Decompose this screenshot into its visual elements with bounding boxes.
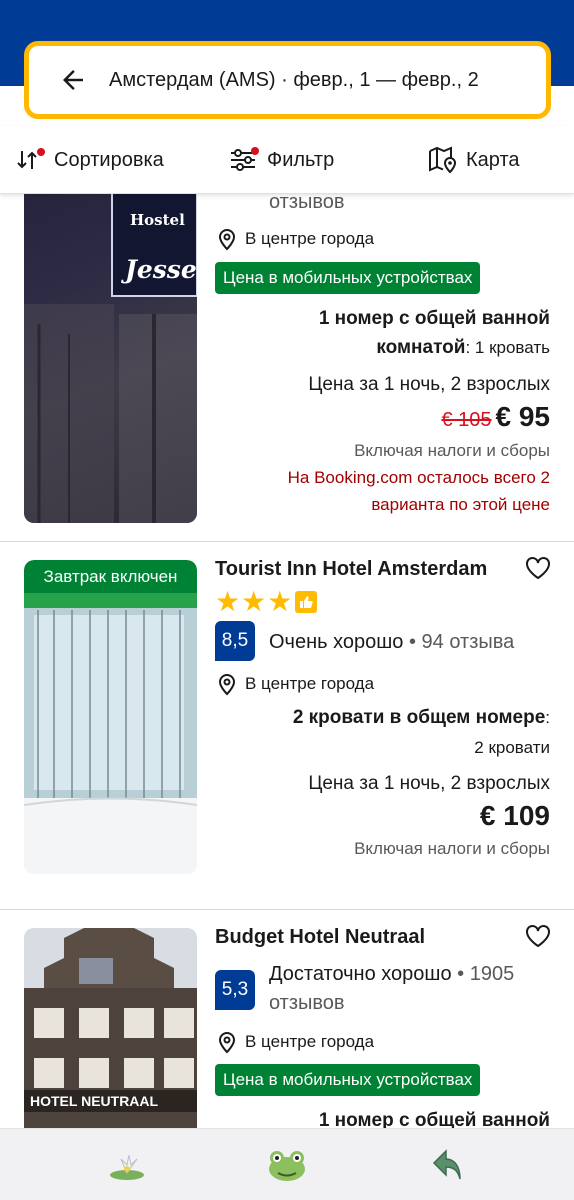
photo-sign: HOTEL NEUTRAAL [30,1093,159,1109]
filter-icon [231,147,259,171]
price-label: Цена за 1 ночь, 2 взрослых [308,773,550,794]
current-price: € 95 [495,401,551,432]
hotel-card[interactable]: Hostel Jesse отзывов В центре города Цен… [0,194,574,534]
filter-button[interactable]: Фильтр [229,144,334,176]
map-icon [429,146,457,174]
current-price: € 109 [479,800,550,831]
bed-info: : 1 кровать [465,338,550,357]
sort-icon [17,148,45,169]
results-toolbar: Сортировка Фильтр Карта [0,126,574,194]
location-pin-icon [218,674,236,696]
mobile-price-badge: Цена в мобильных устройствах [215,262,481,294]
hotel-photo[interactable]: Завтрак включен [24,560,197,874]
room-type: 2 кровати в общем номере [292,707,546,728]
tax-note: Включая налоги и сборы [354,441,550,460]
star-rating: ★ ★ ★ [215,586,318,617]
bottom-navigation [0,1128,574,1200]
review-word: Достаточно хорошо [269,963,452,985]
photo-sign-hostel: Hostel [130,211,185,229]
filter-label: Фильтр [267,148,335,171]
location-row: В центре города [217,1030,374,1054]
location-row: В центре города [217,227,374,251]
sort-button[interactable]: Сортировка [16,144,164,176]
search-summary[interactable]: Амстердам (AMS) · февр., 1 — февр., 2 [109,69,479,92]
thumbs-up-icon [295,591,318,613]
reviews-count-tail: отзывов [269,194,345,213]
tax-note: Включая налоги и сборы [354,839,550,858]
review-word: Очень хорошо [269,631,404,653]
map-button[interactable]: Карта [428,144,520,176]
review-score-badge: 5,3 [215,970,255,1010]
location-text: В центре города [245,1032,375,1051]
breakfast-badge: Завтрак включен [24,560,197,593]
hotel-card[interactable]: HOTEL NEUTRAAL Budget Hotel Neutraal 5,3… [0,925,574,1128]
mobile-price-badge: Цена в мобильных устройствах [215,1064,481,1096]
water-lily-icon[interactable] [107,1145,147,1185]
review-count: • 94 отзыва [403,631,515,653]
availability-warning-cont: варианта по этой цене [371,495,550,514]
location-text: В центре города [245,674,375,693]
location-text: В центре города [245,229,375,248]
back-arrow-icon[interactable] [428,1145,468,1185]
star-icon: ★ [267,586,293,617]
hotel-name[interactable]: Budget Hotel Neutraal [215,926,425,949]
location-row: В центре города [217,672,374,696]
review-count: • 1905 [451,963,515,985]
location-pin-icon [218,229,236,251]
hotel-list[interactable]: Hostel Jesse отзывов В центре города Цен… [0,194,574,1128]
heart-icon[interactable] [525,924,551,948]
room-colon: : [545,708,550,727]
review-score-badge: 8,5 [215,621,255,661]
hotel-photo[interactable]: HOTEL NEUTRAAL [24,928,197,1128]
room-type: 1 номер с общей ванной [318,308,550,329]
search-bar[interactable]: Амстердам (AMS) · февр., 1 — февр., 2 [24,41,551,119]
photo-sign-name: Jesse [125,255,197,284]
bed-info: 2 кровати [474,738,550,757]
star-icon: ★ [215,586,241,617]
sort-label: Сортировка [54,148,164,171]
hotel-name[interactable]: Tourist Inn Hotel Amsterdam [215,558,487,581]
heart-icon[interactable] [525,556,551,580]
hotel-card[interactable]: Завтрак включен Tourist Inn Hotel Amster… [0,557,574,905]
price-label: Цена за 1 ночь, 2 взрослых [308,374,550,395]
reviews-count-tail: отзывов [269,992,345,1014]
frog-icon[interactable] [266,1145,306,1185]
hotel-photo[interactable]: Hostel Jesse [24,194,197,523]
location-pin-icon [218,1032,236,1054]
room-type: 1 номер с общей ванной [318,1110,550,1128]
availability-warning: На Booking.com осталось всего 2 [287,468,550,487]
back-arrow-icon[interactable] [51,58,95,102]
star-icon: ★ [241,586,267,617]
original-price: € 105 [441,409,492,431]
map-label: Карта [466,148,520,171]
room-type-cont: комнатой [376,337,466,358]
